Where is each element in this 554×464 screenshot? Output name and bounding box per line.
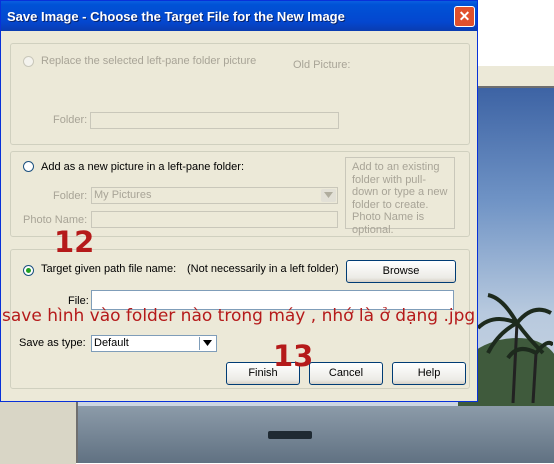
- folder-combo[interactable]: My Pictures: [91, 187, 338, 204]
- replace-radio-label: Replace the selected left-pane folder pi…: [41, 55, 257, 67]
- radio-selected-dot: [26, 268, 31, 273]
- dialog-title: Save Image - Choose the Target File for …: [7, 9, 345, 24]
- photo-name-field[interactable]: [91, 211, 338, 228]
- photo-boat: [268, 431, 312, 439]
- replace-radio[interactable]: [23, 56, 34, 67]
- folder-info-text: Add to an existing folder with pull-down…: [352, 161, 448, 236]
- save-as-type-label: Save as type:: [19, 337, 86, 349]
- close-button[interactable]: ✕: [454, 6, 475, 27]
- folder-combo-value: My Pictures: [94, 189, 152, 201]
- save-as-type-value: Default: [94, 337, 129, 349]
- step-13-annotation: 13: [273, 339, 314, 373]
- photo-palm-trees: [476, 293, 553, 403]
- old-picture-label: Old Picture:: [293, 59, 351, 71]
- instruction-annotation: save hình vào folder nào trong máy , nhớ…: [2, 306, 476, 326]
- save-image-dialog: Save Image - Choose the Target File for …: [0, 0, 478, 402]
- step-12-annotation: 12: [54, 225, 95, 259]
- browse-button[interactable]: Browse: [346, 260, 456, 283]
- close-icon: ✕: [458, 8, 471, 24]
- target-path-radio-label: Target given path file name:: [41, 263, 177, 275]
- target-path-radio[interactable]: [23, 265, 34, 276]
- add-new-radio[interactable]: [23, 161, 34, 172]
- dropdown-arrow-icon[interactable]: [199, 337, 215, 350]
- replace-folder-label: Folder:: [53, 114, 88, 126]
- background-panel: [0, 400, 76, 464]
- replace-folder-field[interactable]: [90, 112, 339, 129]
- title-bar[interactable]: Save Image - Choose the Target File for …: [1, 1, 477, 31]
- dropdown-arrow-icon[interactable]: [321, 189, 336, 202]
- replace-group: Replace the selected left-pane folder pi…: [10, 43, 470, 145]
- photo-sea: [78, 406, 554, 463]
- save-as-type-select[interactable]: Default: [91, 335, 217, 352]
- folder-info-box: Add to an existing folder with pull-down…: [345, 157, 455, 236]
- add-folder-label: Folder:: [53, 190, 88, 202]
- add-new-radio-label: Add as a new picture in a left-pane fold…: [41, 161, 245, 173]
- target-path-hint: (Not necessarily in a left folder): [187, 263, 339, 275]
- cancel-button[interactable]: Cancel: [309, 362, 383, 385]
- help-button[interactable]: Help: [392, 362, 466, 385]
